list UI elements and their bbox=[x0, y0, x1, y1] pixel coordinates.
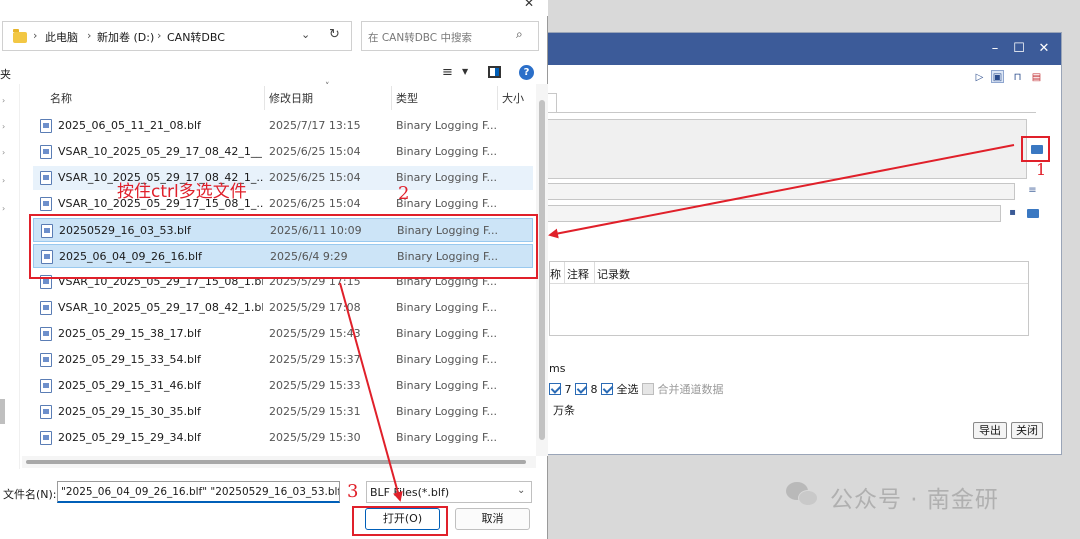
arrow-selection-to-open bbox=[339, 282, 403, 502]
annotation-arrows bbox=[339, 144, 1015, 502]
arrow-browse-to-selection bbox=[548, 144, 1015, 239]
watermark-text: 公众号 · 南金研 bbox=[830, 487, 999, 513]
wechat-logo-icon bbox=[786, 480, 820, 508]
